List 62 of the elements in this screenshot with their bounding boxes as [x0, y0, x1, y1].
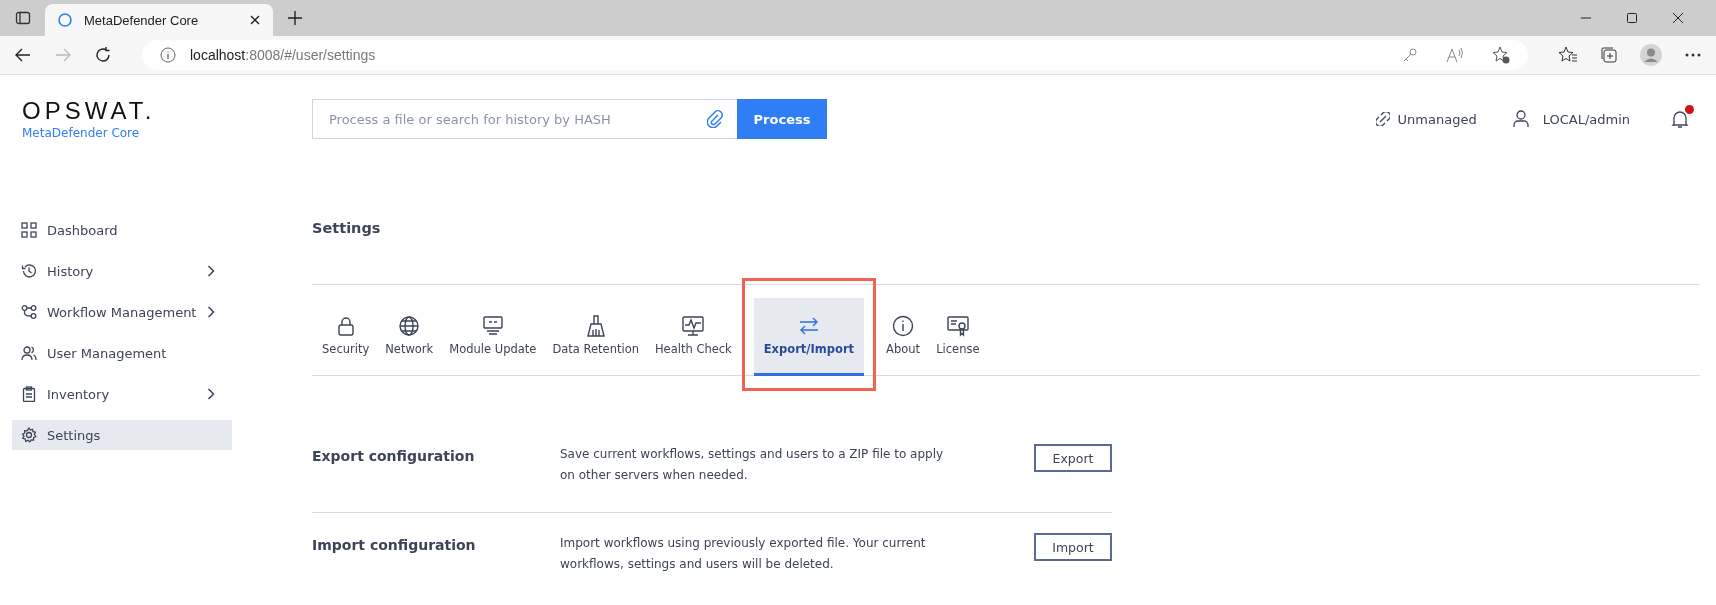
settings-tab[interactable]: Data Retention	[544, 298, 647, 376]
settings-tab[interactable]: Security	[314, 298, 378, 376]
process-button[interactable]: Process	[737, 99, 827, 139]
add-favorite-icon[interactable]	[1492, 46, 1510, 64]
users-icon	[21, 345, 37, 361]
history-icon	[21, 263, 37, 279]
collections-icon[interactable]	[1600, 46, 1618, 64]
loading-icon	[57, 12, 73, 28]
sidebar-item[interactable]: User Management	[12, 338, 232, 368]
sidebar-item[interactable]: Workflow Management	[12, 297, 232, 327]
logo: OPSWAT.	[22, 98, 156, 124]
tab-actions-icon[interactable]	[15, 10, 31, 26]
back-icon[interactable]	[14, 46, 32, 64]
sidebar-item[interactable]: Settings	[12, 420, 232, 450]
section-title: Import configuration	[312, 536, 477, 553]
section-description: Import workflows using previously exported file. Your current workflows, settings and users will be deleted.	[560, 535, 927, 573]
settings-tab[interactable]: License	[928, 298, 988, 376]
settings-tab[interactable]: Network	[377, 298, 442, 376]
clipboard-icon	[21, 386, 37, 402]
workflow-icon	[21, 304, 37, 320]
section-button[interactable]: Import	[1034, 533, 1112, 561]
section-button[interactable]: Export	[1034, 444, 1112, 472]
unmanaged-link[interactable]: Unmanaged	[1375, 111, 1477, 127]
settings-tab[interactable]: Health Check	[646, 298, 740, 376]
user-menu[interactable]: LOCAL/admin	[1512, 110, 1630, 128]
close-icon[interactable]	[1672, 12, 1684, 24]
settings-tab[interactable]: Module Update	[441, 298, 545, 376]
new-tab-icon[interactable]	[287, 10, 303, 26]
page-title: Settings	[312, 220, 382, 238]
settings-tab[interactable]: About	[878, 298, 929, 376]
refresh-icon[interactable]	[94, 46, 112, 64]
profile-avatar-icon[interactable]	[1640, 44, 1662, 66]
globe-icon	[398, 315, 421, 337]
sidebar-item[interactable]: Dashboard	[12, 215, 232, 245]
bell-icon	[1670, 109, 1690, 129]
close-icon[interactable]	[249, 14, 261, 26]
more-icon[interactable]	[1684, 52, 1702, 58]
pulse-monitor-icon	[682, 315, 705, 337]
product-name: MetaDefender Core	[22, 126, 140, 140]
broom-icon	[584, 315, 607, 337]
gear-icon	[21, 427, 37, 443]
swap-arrows-icon	[797, 315, 820, 337]
key-icon[interactable]	[1402, 47, 1418, 63]
section-title: Export configuration	[312, 447, 476, 464]
settings-tab[interactable]: Export/Import	[753, 298, 865, 376]
user-icon	[1512, 110, 1529, 128]
read-aloud-icon[interactable]	[1446, 47, 1464, 63]
address-field[interactable]: localhost:8008/#/user/settings	[142, 40, 1528, 70]
maximize-icon[interactable]	[1626, 12, 1638, 24]
broken-link-icon	[1375, 112, 1390, 126]
sidebar-item[interactable]: Inventory	[12, 379, 232, 409]
info-icon	[892, 315, 915, 337]
info-icon	[160, 47, 176, 63]
monitor-icon	[481, 315, 504, 337]
search-field[interactable]: Process a file or search for history by HASH	[312, 99, 737, 139]
browser-tab[interactable]: MetaDefender Core	[45, 4, 273, 36]
certificate-icon	[946, 315, 969, 337]
favorites-icon[interactable]	[1558, 46, 1578, 64]
sidebar-item[interactable]: History	[12, 256, 232, 286]
paperclip-icon[interactable]	[707, 110, 723, 128]
section-description: Save current workflows, settings and users to a ZIP file to apply on other servers when needed.	[560, 446, 945, 484]
grid-icon	[21, 222, 37, 238]
